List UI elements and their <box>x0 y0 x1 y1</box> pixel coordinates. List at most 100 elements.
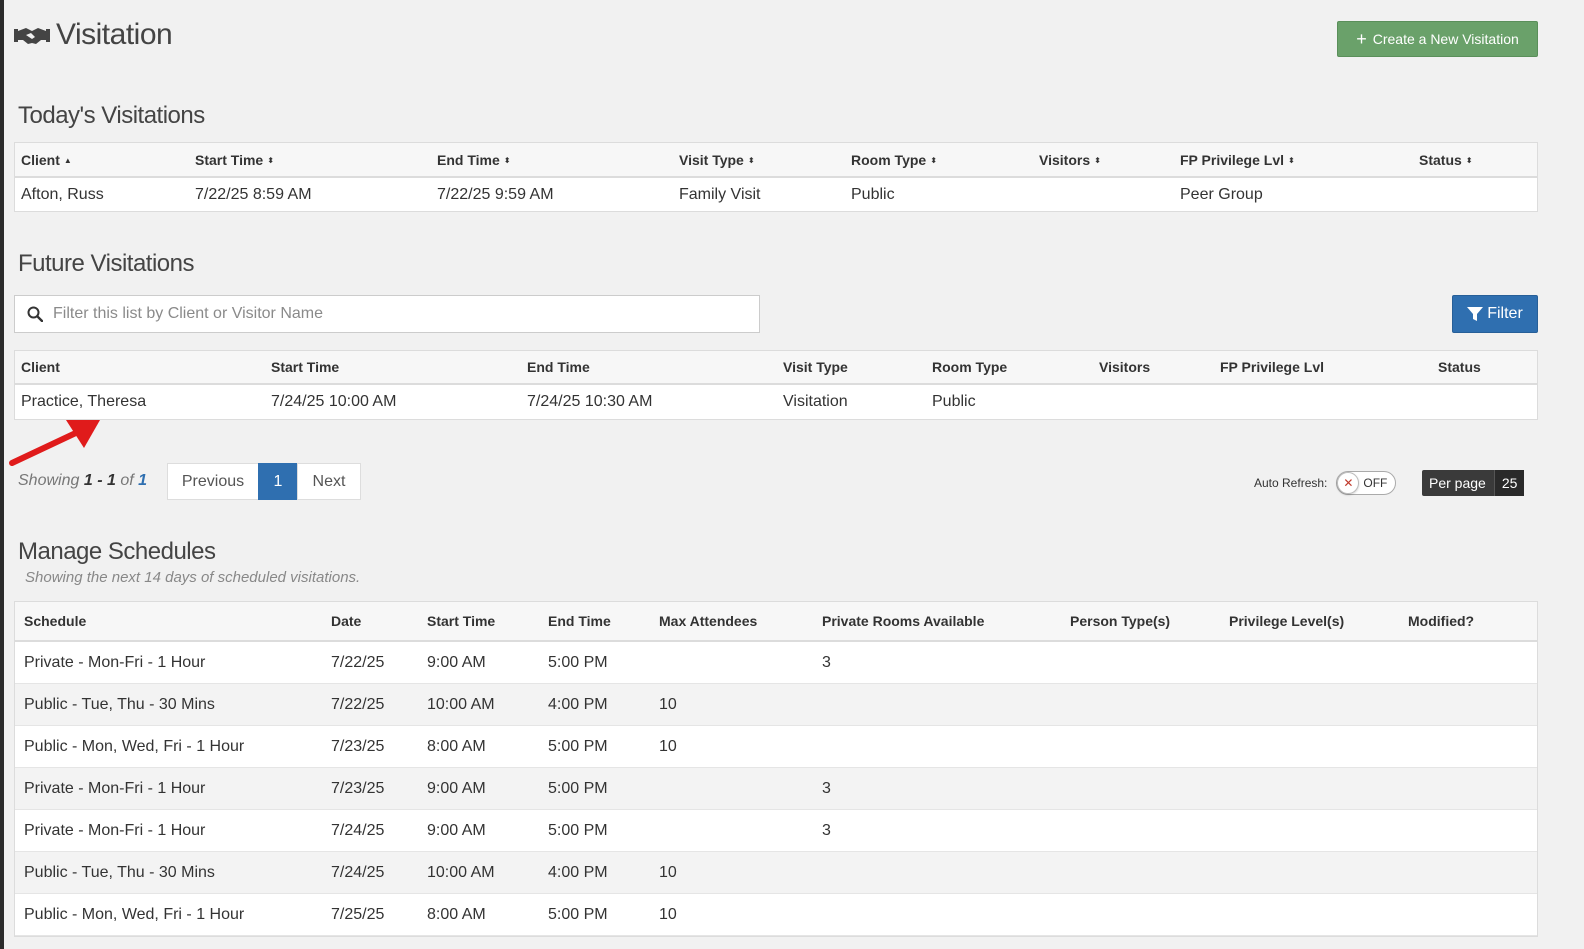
page-title-text: Visitation <box>56 18 173 51</box>
table-header: Client Start Time End Time Visit Type Ro… <box>15 351 1537 385</box>
cell-schedule: Private - Mon-Fri - 1 Hour <box>24 653 206 671</box>
column-header-room-type[interactable]: Room Type <box>926 359 1093 375</box>
cell-end-time: 5:00 PM <box>548 821 608 839</box>
column-header-visit-type[interactable]: Visit Type ⬍ <box>673 152 845 168</box>
cell-end-time: 5:00 PM <box>548 779 608 797</box>
column-header-end-time[interactable]: End Time ⬍ <box>431 152 673 168</box>
per-page-value: 25 <box>1493 470 1525 496</box>
search-field[interactable] <box>14 295 760 333</box>
column-header-privilege[interactable]: FP Privilege Lvl ⬍ <box>1174 152 1413 168</box>
column-header-modified[interactable]: Modified? <box>1399 613 1529 629</box>
table-row[interactable]: Afton, Russ 7/22/25 8:59 AM 7/22/25 9:59… <box>15 178 1537 211</box>
table-row[interactable]: Public - Tue, Thu - 30 Mins 7/24/25 10:00 … <box>15 852 1537 894</box>
table-header: Schedule Date Start Time End Time Max At… <box>15 602 1537 642</box>
cell-date: 7/22/25 <box>331 695 385 713</box>
column-header-max-attendees[interactable]: Max Attendees <box>650 613 813 629</box>
cell-max-attendees: 10 <box>659 863 677 881</box>
cell-private-rooms: 3 <box>822 653 831 671</box>
create-visitation-label: Create a New Visitation <box>1372 31 1519 47</box>
schedules-table: Schedule Date Start Time End Time Max At… <box>14 601 1538 937</box>
handshake-icon <box>14 23 50 47</box>
sort-asc-icon: ▲ <box>63 156 72 166</box>
next-page-button[interactable]: Next <box>297 463 361 500</box>
cell-privilege: Peer Group <box>1180 185 1263 203</box>
cell-room-type: Public <box>932 393 976 410</box>
cell-max-attendees: 10 <box>659 905 677 923</box>
cell-end-time: 5:00 PM <box>548 653 608 671</box>
cell-schedule: Public - Tue, Thu - 30 Mins <box>24 863 215 881</box>
per-page-selector[interactable]: Per page 25 <box>1422 470 1525 496</box>
sort-icon: ⬍ <box>1094 156 1101 166</box>
todays-visitations-table: Client ▲ Start Time ⬍ End Time ⬍ Visit Type… <box>14 142 1538 212</box>
previous-page-button[interactable]: Previous <box>167 463 259 500</box>
future-visitations-title: Future Visitations <box>18 250 194 277</box>
cell-start-time: 8:00 AM <box>427 905 486 923</box>
cell-start-time: 10:00 AM <box>427 695 495 713</box>
cell-start-time: 7/22/25 8:59 AM <box>195 185 312 203</box>
column-header-end-time[interactable]: End Time <box>539 613 650 629</box>
table-row[interactable]: Private - Mon-Fri - 1 Hour 7/24/25 9:00 AM… <box>15 810 1537 852</box>
page-1-button[interactable]: 1 <box>258 463 298 500</box>
cell-room-type: Public <box>851 185 895 203</box>
cell-schedule: Public - Mon, Wed, Fri - 1 Hour <box>24 737 245 755</box>
cell-schedule: Private - Mon-Fri - 1 Hour <box>24 779 206 797</box>
cell-date: 7/24/25 <box>331 863 385 881</box>
table-row[interactable]: Public - Mon, Wed, Fri - 1 Hour 7/25/25 8:… <box>15 894 1537 936</box>
column-header-visit-type[interactable]: Visit Type <box>777 359 926 375</box>
table-row[interactable]: Practice, Theresa 7/24/25 10:00 AM 7/24/… <box>15 385 1537 419</box>
cell-schedule: Public - Tue, Thu - 30 Mins <box>24 695 215 713</box>
auto-refresh-label: Auto Refresh: <box>1254 476 1328 490</box>
column-header-status[interactable]: Status ⬍ <box>1413 152 1537 168</box>
pagination: Previous 1 Next <box>167 463 361 500</box>
column-header-person-types[interactable]: Person Type(s) <box>1061 613 1220 629</box>
cell-visit-type: Visitation <box>783 393 848 410</box>
auto-refresh-toggle[interactable]: ✕ OFF <box>1336 471 1397 495</box>
column-header-visitors[interactable]: Visitors ⬍ <box>1033 152 1174 168</box>
cell-client: Practice, Theresa <box>21 393 147 410</box>
cell-date: 7/25/25 <box>331 905 385 923</box>
table-row[interactable]: Public - Mon, Wed, Fri - 1 Hour 7/23/25 8:… <box>15 726 1537 768</box>
plus-icon: + <box>1356 29 1367 49</box>
filter-label: Filter <box>1487 305 1523 322</box>
table-row[interactable]: Private - Mon-Fri - 1 Hour 7/22/25 9:00 AM… <box>15 642 1537 684</box>
column-header-client[interactable]: Client ▲ <box>15 152 189 168</box>
table-row[interactable]: Private - Mon-Fri - 1 Hour 7/23/25 9:00 AM… <box>15 768 1537 810</box>
column-header-visitors[interactable]: Visitors <box>1093 359 1214 375</box>
window-edge <box>0 0 4 949</box>
cell-visit-type: Family Visit <box>679 185 761 203</box>
cell-end-time: 5:00 PM <box>548 737 608 755</box>
per-page-label: Per page <box>1429 475 1486 491</box>
table-row[interactable]: Public - Tue, Thu - 30 Mins 7/22/25 10:00 … <box>15 684 1537 726</box>
column-header-status[interactable]: Status <box>1432 359 1537 375</box>
sort-icon: ⬍ <box>267 156 274 166</box>
column-header-end-time[interactable]: End Time <box>521 359 777 375</box>
manage-schedules-title: Manage Schedules <box>18 538 216 565</box>
todays-visitations-title: Today's Visitations <box>18 102 205 129</box>
red-arrow-icon <box>9 420 100 466</box>
filter-icon <box>1467 306 1484 321</box>
column-header-privilege-levels[interactable]: Privilege Level(s) <box>1220 613 1399 629</box>
cell-start-time: 9:00 AM <box>427 653 486 671</box>
auto-refresh: Auto Refresh: ✕ OFF <box>1254 471 1397 495</box>
column-header-schedule[interactable]: Schedule <box>15 613 322 629</box>
cell-date: 7/23/25 <box>331 737 385 755</box>
filter-button[interactable]: Filter <box>1452 295 1538 333</box>
cell-start-time: 8:00 AM <box>427 737 486 755</box>
column-header-start-time[interactable]: Start Time <box>265 359 521 375</box>
cell-start-time: 9:00 AM <box>427 821 486 839</box>
column-header-client[interactable]: Client <box>15 359 265 375</box>
column-header-room-type[interactable]: Room Type ⬍ <box>845 152 1033 168</box>
cell-end-time: 7/24/25 10:30 AM <box>527 393 653 410</box>
column-header-private-rooms[interactable]: Private Rooms Available <box>813 613 1061 629</box>
column-header-start-time[interactable]: Start Time ⬍ <box>189 152 431 168</box>
column-header-privilege[interactable]: FP Privilege Lvl <box>1214 359 1432 375</box>
sort-icon: ⬍ <box>1465 156 1473 166</box>
future-visitations-table: Client Start Time End Time Visit Type Ro… <box>14 350 1538 420</box>
search-input[interactable] <box>51 304 735 324</box>
cell-date: 7/24/25 <box>331 821 385 839</box>
create-visitation-button[interactable]: + Create a New Visitation <box>1337 21 1538 57</box>
column-header-date[interactable]: Date <box>322 613 418 629</box>
cell-end-time: 4:00 PM <box>548 863 608 881</box>
column-header-start-time[interactable]: Start Time <box>418 613 539 629</box>
cell-date: 7/22/25 <box>331 653 385 671</box>
